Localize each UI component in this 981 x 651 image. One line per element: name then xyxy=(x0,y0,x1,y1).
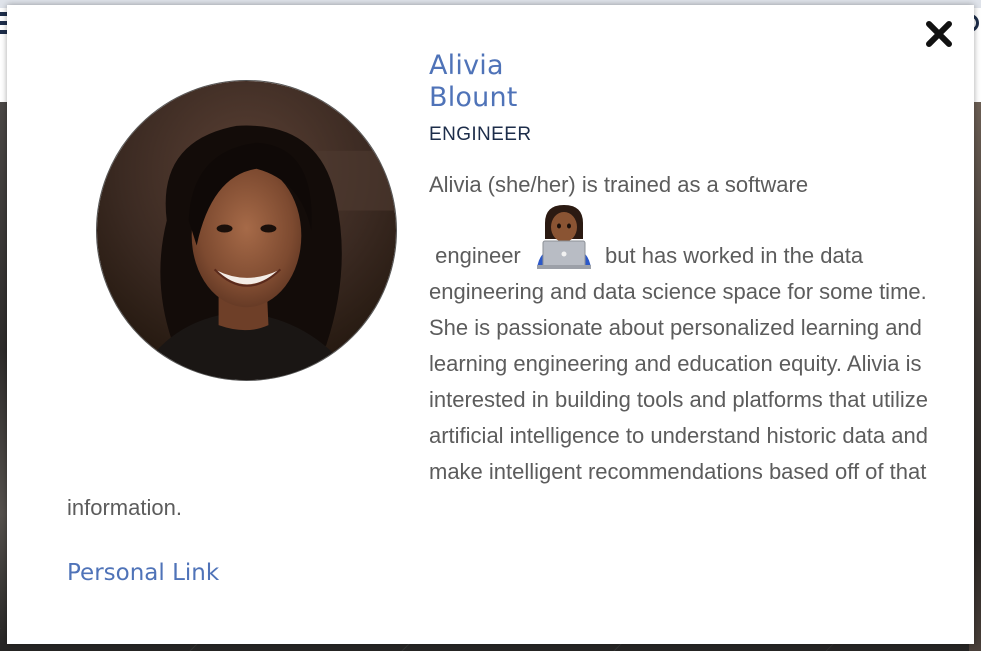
bio-text-part2: engineer xyxy=(435,243,521,268)
profile-role: ENGINEER xyxy=(429,124,532,145)
profile-name: Alivia Blount xyxy=(429,50,629,114)
personal-link[interactable]: Personal Link xyxy=(67,559,219,587)
last-name: Blount xyxy=(429,82,518,113)
menu-icon xyxy=(0,12,7,39)
first-name: Alivia xyxy=(429,50,504,81)
profile-modal: Alivia Blount ENGINEER Alivia (she/her) … xyxy=(7,5,974,644)
close-icon xyxy=(926,21,952,47)
profile-bio: Alivia (she/her) is trained as a softwar… xyxy=(67,167,937,526)
technologist-icon xyxy=(533,203,595,269)
close-button[interactable] xyxy=(924,19,954,49)
bio-text-part1: Alivia (she/her) is trained as a softwar… xyxy=(429,172,809,197)
